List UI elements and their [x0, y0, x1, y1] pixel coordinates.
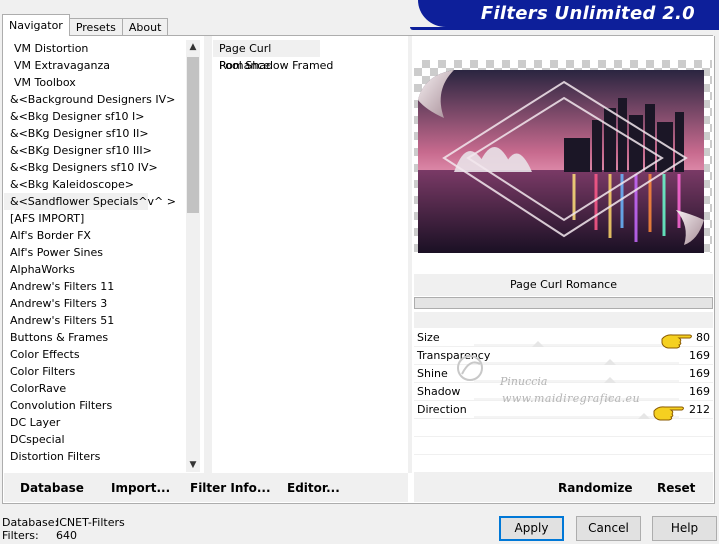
watermark-url: www.maidiregrafica.eu — [502, 392, 640, 405]
category-item[interactable]: &<BKg Designer sf10 II> — [4, 125, 184, 142]
watermark-logo — [457, 355, 483, 381]
scrollbar-thumb[interactable] — [187, 57, 199, 213]
category-scrollbar[interactable]: ▲ ▼ — [186, 40, 200, 472]
randomize-button[interactable]: Randomize — [558, 481, 632, 495]
param-value: 80 — [696, 331, 710, 344]
category-item[interactable]: AlphaWorks — [4, 261, 184, 278]
tab-navigator[interactable]: Navigator — [2, 14, 70, 36]
filter-item[interactable]: Pool Shadow Framed — [213, 57, 407, 74]
category-item[interactable]: Alf's Border FX — [4, 227, 184, 244]
param-slider-knob[interactable] — [638, 413, 650, 419]
list-divider — [204, 36, 212, 473]
category-list[interactable]: VM Distortion VM Extravaganza VM Toolbox &<… — [4, 40, 184, 472]
tab-about[interactable]: About — [121, 18, 169, 36]
param-label: Size — [417, 331, 440, 344]
editor-button[interactable]: Editor... — [287, 481, 340, 495]
title-banner: Filters Unlimited 2.0 — [418, 0, 719, 27]
cancel-button[interactable]: Cancel — [576, 516, 641, 541]
filters-label: Filters: — [2, 529, 39, 542]
param-value: 169 — [689, 367, 710, 380]
param-row-empty — [414, 437, 713, 455]
category-item[interactable]: Distortion Filters — [4, 448, 184, 465]
preview-toolbar: Randomize Reset — [414, 473, 713, 502]
filter-progress-bar — [414, 297, 713, 309]
filter-info-button[interactable]: Filter Info... — [190, 481, 271, 495]
preview-graphic — [418, 70, 704, 253]
param-label: Direction — [417, 403, 467, 416]
category-item[interactable]: Color Filters — [4, 363, 184, 380]
category-item[interactable]: VM Toolbox — [4, 74, 184, 91]
reset-button[interactable]: Reset — [657, 481, 695, 495]
category-item[interactable]: DCspecial — [4, 431, 184, 448]
list-toolbar: Database Import... Filter Info... Editor… — [4, 473, 408, 502]
category-item[interactable]: [AFS IMPORT] — [4, 210, 184, 227]
tab-bar: Navigator Presets About — [2, 14, 169, 36]
tab-presets[interactable]: Presets — [68, 18, 123, 36]
category-item[interactable]: Convolution Filters — [4, 397, 184, 414]
database-button[interactable]: Database — [20, 481, 84, 495]
category-item[interactable]: &<Sandflower Specials^v^ > — [4, 193, 176, 210]
status-info: Database:ICNET-Filters Filters: 640 — [2, 516, 125, 542]
param-label: Shine — [417, 367, 448, 380]
category-item[interactable]: &<Background Designers IV> — [4, 91, 184, 108]
params-header — [414, 312, 713, 328]
param-row-empty — [414, 455, 713, 473]
filter-item[interactable]: Page Curl Romance — [213, 40, 320, 72]
category-item[interactable]: Andrew's Filters 51 — [4, 312, 184, 329]
database-label: Database: — [2, 516, 59, 529]
help-button[interactable]: Help — [652, 516, 717, 541]
filter-title: Page Curl Romance — [414, 274, 713, 296]
param-slider-track[interactable] — [474, 362, 679, 364]
param-value: 212 — [689, 403, 710, 416]
banner-title: Filters Unlimited 2.0 — [480, 3, 695, 24]
category-item[interactable]: VM Extravaganza — [4, 57, 184, 74]
category-item[interactable]: VM Distortion — [4, 40, 184, 57]
database-value: ICNET-Filters — [56, 516, 125, 529]
param-slider-track[interactable] — [474, 344, 679, 346]
chevron-up-icon[interactable]: ▲ — [186, 40, 200, 54]
category-item[interactable]: &<BKg Designer sf10 III> — [4, 142, 184, 159]
apply-button[interactable]: Apply — [499, 516, 564, 541]
import-button[interactable]: Import... — [111, 481, 170, 495]
category-item[interactable]: &<Bkg Designers sf10 IV> — [4, 159, 184, 176]
chevron-down-icon[interactable]: ▼ — [186, 458, 200, 472]
category-item[interactable]: &<Bkg Designer sf10 I> — [4, 108, 184, 125]
filters-count: 640 — [56, 529, 77, 542]
category-item[interactable]: Andrew's Filters 3 — [4, 295, 184, 312]
param-value: 169 — [689, 385, 710, 398]
filter-list[interactable]: Page Curl Romance Pool Shadow Framed — [213, 40, 407, 74]
category-item[interactable]: ColorRave — [4, 380, 184, 397]
banner-underline — [410, 27, 719, 30]
watermark-name: Pinuccia — [500, 375, 548, 388]
category-item[interactable]: DC Layer — [4, 414, 184, 431]
category-item[interactable]: &<Bkg Kaleidoscope> — [4, 176, 184, 193]
preview-image — [414, 60, 712, 253]
category-item[interactable]: Andrew's Filters 11 — [4, 278, 184, 295]
category-item[interactable]: Buttons & Frames — [4, 329, 184, 346]
category-item[interactable]: Alf's Power Sines — [4, 244, 184, 261]
tab-divider — [2, 35, 713, 36]
category-item[interactable]: Color Effects — [4, 346, 184, 363]
preview-divider — [408, 36, 412, 473]
pointing-hand-icon — [653, 406, 684, 421]
pointing-hand-icon — [661, 334, 692, 349]
